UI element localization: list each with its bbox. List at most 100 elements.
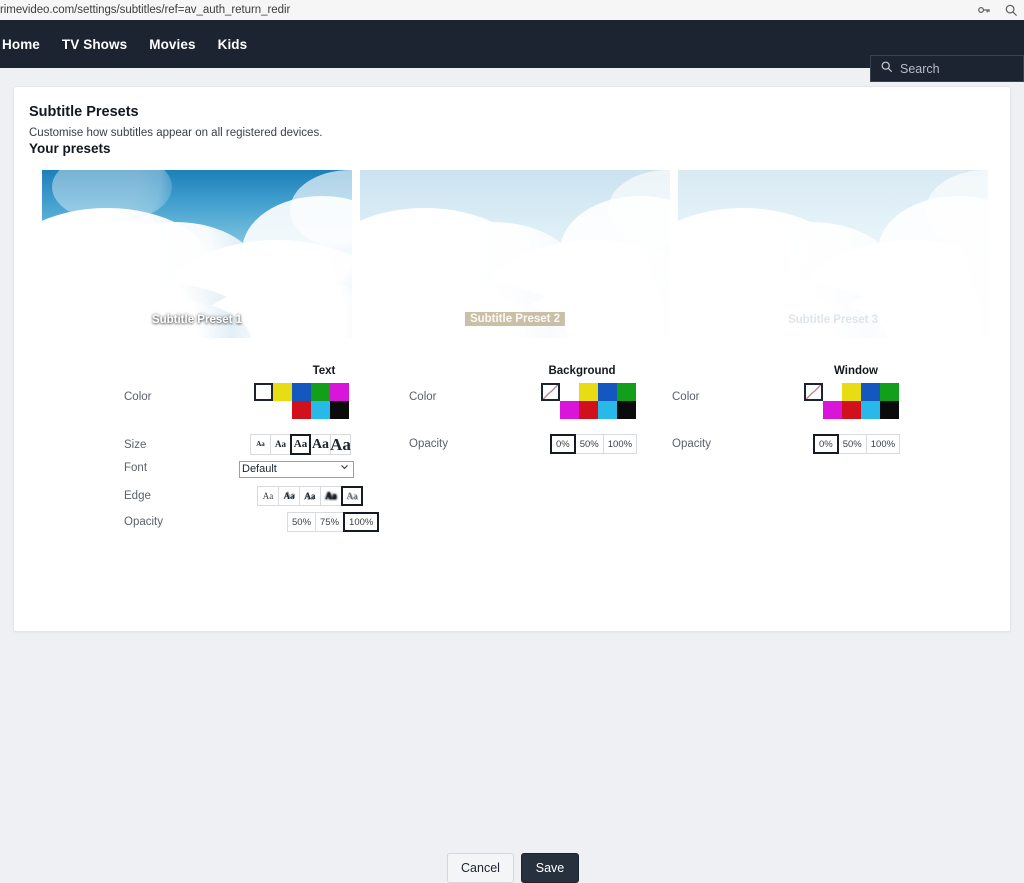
background-opacity-options: 0% 50% 100% [550,434,638,454]
window-color-swatches [804,383,899,419]
nav-link-kids[interactable]: Kids [218,37,248,52]
text-opacity-option-100[interactable]: 100% [343,512,380,532]
browser-chrome-bar: rimevideo.com/settings/subtitles/ref=av_… [0,0,1024,20]
search-placeholder: Search [900,61,940,76]
preset-label-3: Subtitle Preset 3 [787,314,879,326]
text-edge-glyph-none: Aa [262,490,274,501]
text-size-option-4[interactable]: Aa [310,434,331,455]
background-opacity-option-50[interactable]: 50% [574,434,604,454]
browser-chrome-icons [977,0,1018,20]
text-size-glyph-1: Aa [256,440,265,448]
window-color-swatch-cyan[interactable] [861,401,880,419]
url-text[interactable]: rimevideo.com/settings/subtitles/ref=av_… [0,4,290,16]
background-color-swatch-transparent[interactable] [541,383,560,401]
background-opacity-option-0[interactable]: 0% [550,434,576,454]
window-opacity-label-50: 50% [842,438,862,450]
nav-links: Home TV Shows Movies Kids [0,37,247,52]
text-edge-option-drop-shadow[interactable]: Aa [341,486,363,506]
text-size-row: Size Aa Aa Aa Aa Aa [124,434,351,455]
background-color-swatch-magenta[interactable] [560,401,579,419]
preset-preview-image-1 [42,170,352,338]
search-icon[interactable] [1004,3,1018,17]
window-color-swatch-blue[interactable] [861,383,880,401]
background-color-label: Color [409,391,437,403]
window-color-spacer-1 [804,401,823,419]
text-edge-options: Aa Aa Aa Aa Aa [257,486,363,506]
nav-link-tv-shows[interactable]: TV Shows [62,37,127,52]
window-opacity-option-100[interactable]: 100% [865,434,901,454]
background-opacity-option-100[interactable]: 100% [602,434,638,454]
background-opacity-label-0: 0% [556,438,570,450]
background-color-swatch-yellow[interactable] [579,383,598,401]
save-button[interactable]: Save [521,853,579,883]
text-column-heading: Text [312,365,336,377]
text-edge-glyph-raised: Aa [283,490,295,501]
text-size-option-3[interactable]: Aa [290,434,311,455]
window-column-heading: Window [834,365,878,377]
background-color-swatch-red[interactable] [579,401,598,419]
text-color-swatch-magenta[interactable] [330,383,349,401]
background-color-swatch-cyan[interactable] [598,401,617,419]
preset-label-1: Subtitle Preset 1 [151,314,243,326]
background-color-row: Color [409,383,636,419]
text-edge-option-uniform[interactable]: Aa [320,486,342,506]
window-color-swatch-yellow[interactable] [842,383,861,401]
background-settings-column: Background Color Opacity 0% 50% 100% [409,365,659,454]
nav-link-home[interactable]: Home [2,37,40,52]
text-opacity-label: Opacity [124,516,163,528]
text-color-swatch-blue[interactable] [292,383,311,401]
key-icon[interactable] [977,3,991,17]
preset-card-1[interactable]: Subtitle Preset 1 [42,170,352,338]
text-color-spacer-2 [273,401,292,419]
window-color-swatch-white[interactable] [823,383,842,401]
text-opacity-option-75[interactable]: 75% [315,512,345,532]
window-opacity-option-0[interactable]: 0% [813,434,839,454]
your-presets-heading: Your presets [29,141,111,156]
background-color-swatch-green[interactable] [617,383,636,401]
text-color-swatch-white[interactable] [254,383,273,401]
text-edge-option-depressed[interactable]: Aa [299,486,321,506]
font-select-wrapper: Default [239,459,354,478]
background-color-swatch-blue[interactable] [598,383,617,401]
text-edge-option-none[interactable]: Aa [257,486,279,506]
preset-thumbnail-row: Subtitle Preset 1 Subtitle Preset 2 Subt… [42,170,994,338]
window-opacity-label-100: 100% [870,438,896,450]
site-navigation-bar: Home TV Shows Movies Kids Search [0,20,1024,82]
search-icon [880,60,893,78]
text-opacity-label-100: 100% [349,516,374,528]
text-color-swatch-red[interactable] [292,401,311,419]
text-color-swatch-cyan[interactable] [311,401,330,419]
nav-link-movies[interactable]: Movies [149,37,195,52]
background-color-swatch-black[interactable] [617,401,636,419]
footer-actions: Cancel Save [14,853,1012,883]
cancel-button[interactable]: Cancel [447,853,514,883]
window-color-swatch-magenta[interactable] [823,401,842,419]
window-color-swatch-green[interactable] [880,383,899,401]
text-color-swatch-yellow[interactable] [273,383,292,401]
background-color-swatch-white[interactable] [560,383,579,401]
window-color-swatch-transparent[interactable] [804,383,823,401]
page-subtitle: Customise how subtitles appear on all re… [29,127,323,139]
text-font-row: Font Default [124,459,354,478]
font-select[interactable]: Default [239,460,354,478]
text-size-option-1[interactable]: Aa [250,434,271,455]
text-color-swatches [254,383,349,419]
search-input[interactable]: Search [870,55,1024,82]
window-color-swatch-red[interactable] [842,401,861,419]
background-opacity-row: Opacity 0% 50% 100% [409,434,638,454]
text-edge-label: Edge [124,490,151,502]
text-edge-glyph-depressed: Aa [304,490,316,501]
window-color-swatch-black[interactable] [880,401,899,419]
text-color-swatch-black[interactable] [330,401,349,419]
text-opacity-label-50: 50% [292,516,312,528]
background-column-heading: Background [548,365,616,377]
text-size-option-2[interactable]: Aa [270,434,291,455]
preset-card-3[interactable]: Subtitle Preset 3 [678,170,988,338]
text-opacity-option-50[interactable]: 50% [287,512,317,532]
text-color-label: Color [124,391,152,403]
text-color-swatch-green[interactable] [311,383,330,401]
text-edge-option-raised[interactable]: Aa [278,486,300,506]
preset-card-2[interactable]: Subtitle Preset 2 [360,170,670,338]
text-size-option-5[interactable]: Aa [330,434,351,455]
window-opacity-option-50[interactable]: 50% [837,434,867,454]
